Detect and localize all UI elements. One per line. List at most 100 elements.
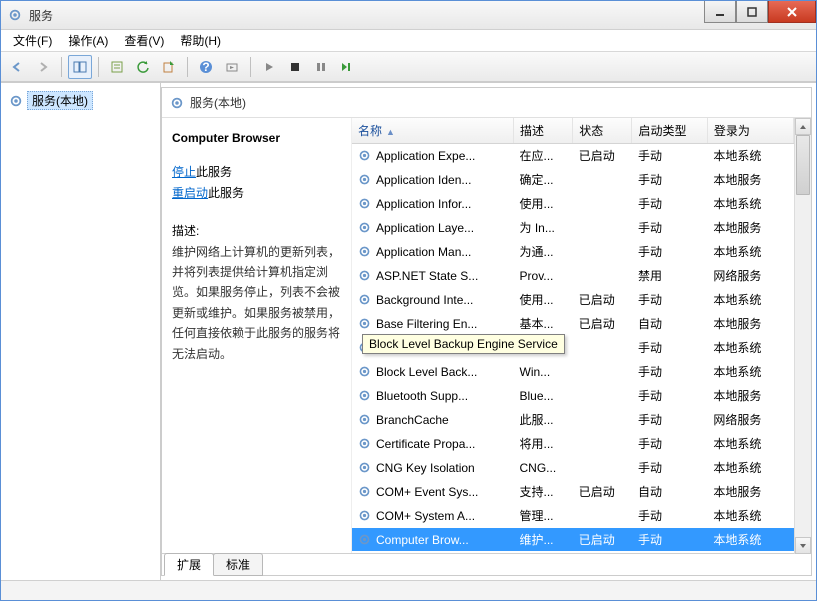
menu-view[interactable]: 查看(V) [116, 30, 172, 51]
forward-button[interactable] [31, 55, 55, 79]
gear-icon [358, 317, 372, 330]
cell-desc: CNG... [514, 456, 573, 480]
cell-desc: 为用... [514, 552, 573, 555]
toolbar-separator [98, 57, 99, 77]
table-row[interactable]: COM+ Event Sys...支持...已启动自动本地服务 [352, 480, 794, 504]
cell-logon: 本地系统 [707, 504, 793, 528]
refresh-button[interactable] [131, 55, 155, 79]
scroll-up-button[interactable] [795, 118, 811, 135]
cell-startup: 自动 [632, 480, 707, 504]
toolbar-separator [250, 57, 251, 77]
col-name[interactable]: 名称▲ [352, 118, 514, 144]
cell-name: Certificate Propa... [376, 437, 475, 451]
stop-service-button[interactable] [283, 55, 307, 79]
cell-startup: 禁用 [632, 264, 707, 288]
gear-icon [170, 96, 184, 110]
table-row[interactable]: Base Filtering En...基本...已启动自动本地服务 [352, 312, 794, 336]
scroll-down-button[interactable] [795, 537, 811, 554]
window-buttons [704, 1, 816, 23]
minimize-button[interactable] [704, 1, 736, 23]
service-list-scroll[interactable]: 名称▲ 描述 状态 启动类型 登录为 Application Expe...在应… [352, 118, 794, 554]
cell-startup: 手动 [632, 456, 707, 480]
cell-startup: 手动 [632, 168, 707, 192]
scroll-track[interactable] [795, 135, 811, 537]
pause-service-button[interactable] [309, 55, 333, 79]
cell-logon: 本地服务 [707, 480, 793, 504]
tooltip: Block Level Backup Engine Service [362, 334, 565, 354]
close-button[interactable] [768, 1, 816, 23]
col-status[interactable]: 状态 [573, 118, 632, 144]
table-row[interactable]: COM+ System A...管理...手动本地系统 [352, 504, 794, 528]
col-logon[interactable]: 登录为 [707, 118, 793, 144]
svg-text:?: ? [202, 60, 209, 74]
gear-icon [358, 269, 372, 282]
vertical-scrollbar[interactable] [794, 118, 811, 554]
table-row[interactable]: Application Expe...在应...已启动手动本地系统 [352, 144, 794, 168]
gear-icon [358, 365, 372, 378]
table-row[interactable]: CNG Key IsolationCNG...手动本地系统 [352, 456, 794, 480]
sort-asc-icon: ▲ [386, 127, 395, 137]
stop-service-line: 停止此服务 [172, 162, 341, 182]
cell-logon: 本地系统 [707, 144, 793, 168]
table-row[interactable]: Certificate Propa...将用...手动本地系统 [352, 432, 794, 456]
cell-startup: 手动 [632, 240, 707, 264]
cell-desc: 使用... [514, 288, 573, 312]
titlebar[interactable]: 服务 [1, 1, 816, 30]
tab-standard[interactable]: 标准 [213, 553, 263, 576]
table-row[interactable]: Application Man...为通...手动本地系统 [352, 240, 794, 264]
cell-name: CNG Key Isolation [376, 461, 475, 475]
cell-desc: 在应... [514, 144, 573, 168]
table-row[interactable]: Bluetooth Supp...Blue...手动本地服务 [352, 384, 794, 408]
cell-logon: 本地系统 [707, 192, 793, 216]
start-service-button[interactable] [257, 55, 281, 79]
table-row[interactable]: ASP.NET State S...Prov...禁用网络服务 [352, 264, 794, 288]
table-row[interactable]: Application Laye...为 In...手动本地服务 [352, 216, 794, 240]
services-window: 服务 文件(F) 操作(A) 查看(V) 帮助(H) ? [0, 0, 817, 601]
menu-help[interactable]: 帮助(H) [172, 30, 229, 51]
cell-name: Background Inte... [376, 293, 473, 307]
back-button[interactable] [5, 55, 29, 79]
menu-action[interactable]: 操作(A) [60, 30, 116, 51]
table-row[interactable]: Computer Brow...维护...已启动手动本地系统 [352, 528, 794, 552]
col-desc[interactable]: 描述 [514, 118, 573, 144]
tab-extended[interactable]: 扩展 [164, 553, 214, 576]
left-tree-pane[interactable]: 服务(本地) [1, 83, 161, 580]
gear-icon [358, 533, 372, 546]
cell-status: 已启动 [573, 144, 632, 168]
table-row[interactable]: Application Infor...使用...手动本地系统 [352, 192, 794, 216]
help-button[interactable]: ? [194, 55, 218, 79]
cell-startup: 手动 [632, 288, 707, 312]
restart-service-button[interactable] [335, 55, 359, 79]
action-button[interactable] [220, 55, 244, 79]
cell-desc: 确定... [514, 168, 573, 192]
table-row[interactable]: BranchCache此服...手动网络服务 [352, 408, 794, 432]
scroll-thumb[interactable] [796, 135, 810, 195]
statusbar [1, 580, 816, 600]
show-hide-tree-button[interactable] [68, 55, 92, 79]
export-button[interactable] [157, 55, 181, 79]
maximize-button[interactable] [736, 1, 768, 23]
menu-file[interactable]: 文件(F) [5, 30, 60, 51]
cell-desc: 为 In... [514, 216, 573, 240]
table-row[interactable]: Block Level Back...Win...手动本地系统 [352, 360, 794, 384]
table-row[interactable]: Credential Mana...为用...手动本地系统 [352, 552, 794, 555]
cell-desc: Blue... [514, 384, 573, 408]
col-startup[interactable]: 启动类型 [632, 118, 707, 144]
table-row[interactable]: Application Iden...确定...手动本地服务 [352, 168, 794, 192]
cell-desc: 维护... [514, 528, 573, 552]
gear-icon [358, 173, 372, 186]
table-row[interactable]: Background Inte...使用...已启动手动本地系统 [352, 288, 794, 312]
stop-link[interactable]: 停止 [172, 165, 196, 179]
cell-status [573, 456, 632, 480]
cell-name: Bluetooth Supp... [376, 389, 468, 403]
properties-button[interactable] [105, 55, 129, 79]
restart-link[interactable]: 重启动 [172, 186, 208, 200]
gear-icon [358, 245, 372, 258]
gear-icon [9, 94, 23, 108]
cell-startup: 手动 [632, 192, 707, 216]
cell-status [573, 168, 632, 192]
cell-desc: 此服... [514, 408, 573, 432]
toolbar-separator [187, 57, 188, 77]
tree-root-item[interactable]: 服务(本地) [5, 89, 156, 112]
app-icon [7, 7, 23, 23]
